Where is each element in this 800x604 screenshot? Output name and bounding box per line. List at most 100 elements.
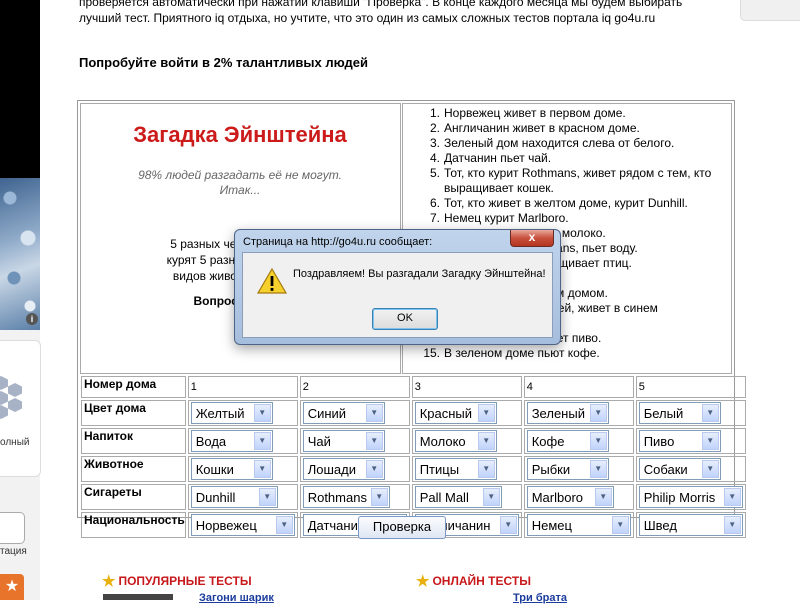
grid-cell: Птицы ▼: [411, 456, 522, 482]
row-header: Напиток: [81, 428, 186, 454]
chevron-down-icon[interactable]: ▼: [365, 404, 383, 422]
clue-item: 5. Тот, кто курит Rothmans, живет рядом с…: [429, 166, 712, 195]
house-number: 1: [187, 376, 298, 398]
grid-cell: Пиво ▼: [635, 428, 746, 454]
star-icon: ★: [416, 573, 430, 590]
left-photo-banner[interactable]: [0, 178, 40, 330]
house-number: 3: [411, 376, 522, 398]
warning-icon: [257, 268, 287, 294]
chevron-down-icon[interactable]: ▼: [275, 516, 293, 534]
left-label: тация: [0, 546, 27, 557]
left-card: [0, 340, 41, 477]
info-icon[interactable]: i: [26, 313, 38, 325]
drink-select[interactable]: Кофе ▼: [526, 430, 609, 452]
grid-cell: Норвежец ▼: [187, 512, 298, 538]
grid-cell: Рыбки ▼: [523, 456, 634, 482]
chevron-down-icon[interactable]: ▼: [365, 432, 383, 450]
animal-select[interactable]: Рыбки ▼: [526, 458, 609, 480]
chevron-down-icon[interactable]: ▼: [365, 460, 383, 478]
animal-select[interactable]: Птицы ▼: [414, 458, 497, 480]
chevron-down-icon[interactable]: ▼: [253, 404, 271, 422]
nationality-select[interactable]: Швед ▼: [638, 514, 743, 536]
puzzle-title: Загадка Эйнштейна: [133, 122, 347, 147]
chevron-down-icon[interactable]: ▼: [477, 432, 495, 450]
chevron-down-icon[interactable]: ▼: [370, 488, 388, 506]
close-icon[interactable]: x: [510, 230, 554, 247]
cigarette-select[interactable]: Pall Mall ▼: [414, 486, 502, 508]
left-input[interactable]: [0, 512, 25, 544]
drink-select[interactable]: Вода ▼: [190, 430, 273, 452]
alert-dialog: Страница на http://go4u.ru сообщает: x П…: [234, 229, 561, 345]
animal-select[interactable]: Лошади ▼: [302, 458, 385, 480]
animal-select[interactable]: Собаки ▼: [638, 458, 721, 480]
chevron-down-icon[interactable]: ▼: [701, 404, 719, 422]
clue-item: 1. Норвежец живет в первом доме.: [429, 106, 626, 120]
grid-cell: Dunhill ▼: [187, 484, 298, 510]
intro-text: проверяется автоматически при нажатии кл…: [79, 0, 683, 25]
grid-cell: Белый ▼: [635, 400, 746, 426]
chevron-down-icon[interactable]: ▼: [701, 432, 719, 450]
cigarette-select[interactable]: Philip Morris ▼: [638, 486, 743, 508]
chevron-down-icon[interactable]: ▼: [482, 488, 500, 506]
color-select[interactable]: Синий ▼: [302, 402, 385, 424]
grid-cell: Rothmans ▼: [299, 484, 410, 510]
grid-row-cigarettes: Сигареты Dunhill ▼ Rothmans ▼ Pall Mall ▼ M…: [81, 484, 746, 510]
grid-cell: Чай ▼: [299, 428, 410, 454]
left-label: олный: [0, 437, 30, 448]
chevron-down-icon[interactable]: ▼: [258, 488, 276, 506]
house-number: 5: [635, 376, 746, 398]
popular-test-link[interactable]: Загони шарик: [199, 592, 274, 604]
grid-row-color: Цвет дома Желтый ▼ Синий ▼ Красный ▼ Зелены…: [81, 400, 746, 426]
color-select[interactable]: Красный ▼: [414, 402, 497, 424]
test-thumbnail[interactable]: [103, 594, 173, 600]
clue-item: 2. Англичанин живет в красном доме.: [429, 121, 640, 135]
check-button[interactable]: Проверка: [358, 516, 446, 539]
grid-cell: Молоко ▼: [411, 428, 522, 454]
clue-item: 7. Немец курит Marlboro.: [429, 211, 569, 225]
drink-select[interactable]: Пиво ▼: [638, 430, 721, 452]
chevron-down-icon[interactable]: ▼: [594, 488, 612, 506]
ok-button[interactable]: OK: [372, 308, 438, 330]
color-select[interactable]: Желтый ▼: [190, 402, 273, 424]
chevron-down-icon[interactable]: ▼: [253, 460, 271, 478]
chevron-down-icon[interactable]: ▼: [477, 404, 495, 422]
grid-cell: Лошади ▼: [299, 456, 410, 482]
chevron-down-icon[interactable]: ▼: [701, 460, 719, 478]
chevron-down-icon[interactable]: ▼: [589, 460, 607, 478]
chevron-down-icon[interactable]: ▼: [589, 404, 607, 422]
clue-item: 6. Тот, кто живет в желтом доме, курит Du…: [429, 196, 688, 210]
popular-tests-heading: ★ ПОПУЛЯРНЫЕ ТЕСТЫ: [102, 572, 252, 590]
cigarette-select[interactable]: Dunhill ▼: [190, 486, 278, 508]
grid-cell: Швед ▼: [635, 512, 746, 538]
nationality-select[interactable]: Норвежец ▼: [190, 514, 295, 536]
grid-cell: Красный ▼: [411, 400, 522, 426]
hex-icon: [8, 383, 22, 397]
puzzle-subtitle: 98% людей разгадать её не могут. Итак...: [82, 168, 398, 198]
online-test-link[interactable]: Три брата: [513, 592, 567, 604]
grid-cell: Собаки ▼: [635, 456, 746, 482]
drink-select[interactable]: Чай ▼: [302, 430, 385, 452]
cigarette-select[interactable]: Rothmans ▼: [302, 486, 390, 508]
right-panel: [740, 0, 800, 21]
dialog-body: Поздравляем! Вы разгадали Загадку Эйнште…: [242, 252, 553, 338]
clue-item: 4. Датчанин пьет чай.: [429, 151, 552, 165]
animal-select[interactable]: Кошки ▼: [190, 458, 273, 480]
chevron-down-icon[interactable]: ▼: [477, 460, 495, 478]
dialog-message: Поздравляем! Вы разгадали Загадку Эйнште…: [293, 268, 546, 280]
star-icon[interactable]: ★: [0, 574, 24, 600]
chevron-down-icon[interactable]: ▼: [499, 516, 517, 534]
color-select[interactable]: Зеленый ▼: [526, 402, 609, 424]
chevron-down-icon[interactable]: ▼: [723, 516, 741, 534]
cigarette-select[interactable]: Marlboro ▼: [526, 486, 614, 508]
chevron-down-icon[interactable]: ▼: [611, 516, 629, 534]
section-title: ПОПУЛЯРНЫЕ ТЕСТЫ: [118, 574, 252, 588]
drink-select[interactable]: Молоко ▼: [414, 430, 497, 452]
chevron-down-icon[interactable]: ▼: [723, 488, 741, 506]
left-dark-banner: [0, 0, 40, 178]
color-select[interactable]: Белый ▼: [638, 402, 721, 424]
chevron-down-icon[interactable]: ▼: [589, 432, 607, 450]
grid-row-drink: Напиток Вода ▼ Чай ▼ Молоко ▼ Кофе ▼ Пиво ▼: [81, 428, 746, 454]
chevron-down-icon[interactable]: ▼: [253, 432, 271, 450]
nationality-select[interactable]: Немец ▼: [526, 514, 631, 536]
hex-icon: [0, 376, 8, 390]
